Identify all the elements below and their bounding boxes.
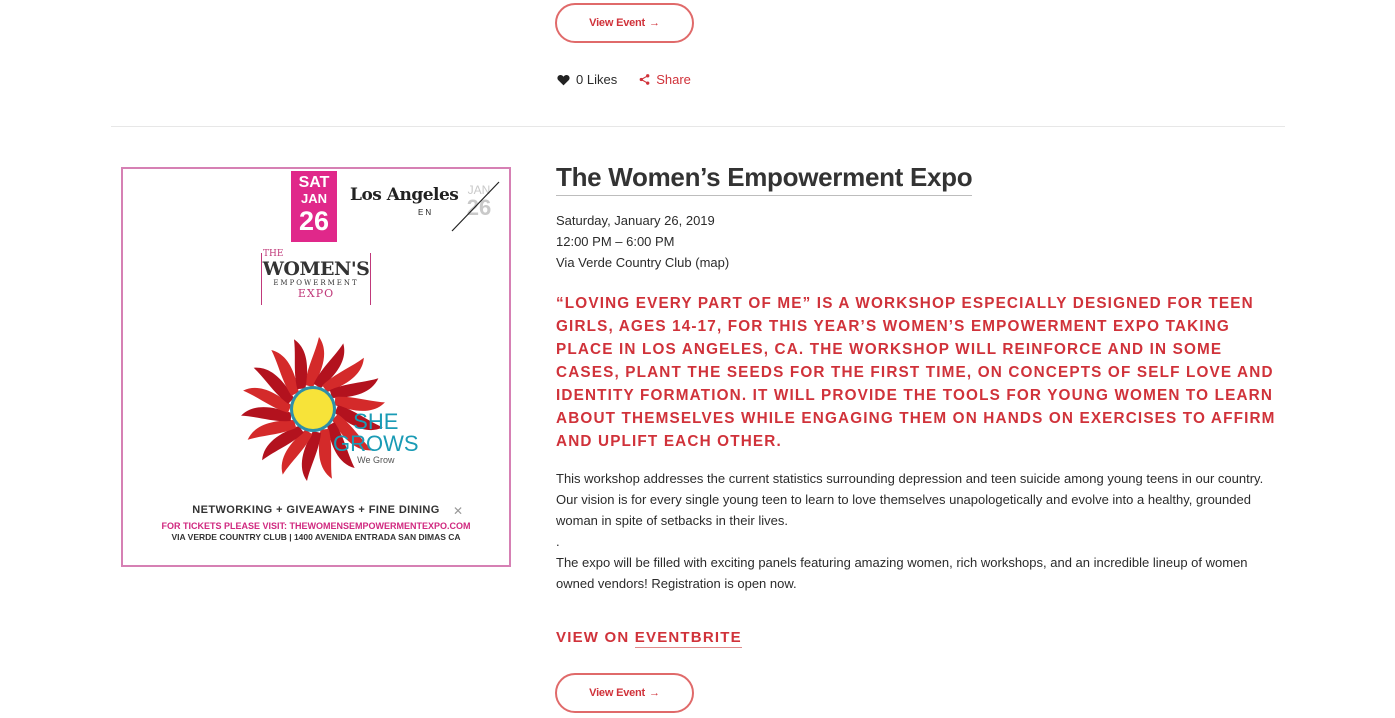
flyer-venue-text: VIA VERDE COUNTRY CLUB | 1400 AVENIDA EN… bbox=[171, 532, 461, 542]
flyer-x-mark: ✕ bbox=[453, 504, 464, 518]
view-event-button[interactable]: View Event → bbox=[555, 673, 694, 713]
heart-icon bbox=[557, 74, 570, 85]
event-location: Via Verde Country Club (map) bbox=[556, 255, 729, 270]
she-grows-logo: SHE GROWS We Grow bbox=[333, 409, 419, 466]
event-headline: “Loving Every Part of Me” is a workshop … bbox=[556, 295, 1276, 450]
logo-womens: WOMEN'S bbox=[262, 258, 370, 280]
map-link[interactable]: (map) bbox=[695, 255, 729, 270]
logo-bar-right bbox=[370, 253, 371, 305]
view-event-label: View Event bbox=[589, 17, 646, 29]
event-description-1: This workshop addresses the current stat… bbox=[556, 471, 1264, 528]
likes-button[interactable]: 0 Likes bbox=[557, 72, 617, 87]
event-meta-row: 0 Likes Share bbox=[557, 72, 691, 87]
expo-logo: THE WOMEN'S EMPOWERMENT EXPO bbox=[259, 249, 373, 305]
view-on-prefix: View on bbox=[556, 629, 635, 646]
view-on-eventbrite: View on Eventbrite bbox=[556, 629, 742, 648]
event-time: 12:00 PM – 6:00 PM bbox=[556, 234, 675, 249]
she-grows-line2: GROWS bbox=[333, 431, 419, 456]
flyer-date-number: 26 bbox=[298, 206, 330, 236]
flyer-la-title: Los Angeles bbox=[350, 185, 459, 205]
event-divider bbox=[111, 126, 1285, 127]
flyer-month: JAN bbox=[300, 191, 327, 206]
eventbrite-link[interactable]: Eventbrite bbox=[634, 629, 742, 648]
flyer-networking-text: NETWORKING + GIVEAWAYS + FINE DINING bbox=[192, 504, 440, 516]
logo-expo: EXPO bbox=[297, 287, 335, 300]
event-title-link[interactable]: The Women’s Empowerment Expo bbox=[556, 162, 973, 196]
logo-bar-left bbox=[261, 253, 262, 305]
share-label: Share bbox=[656, 72, 691, 87]
flyer-day: SAT bbox=[298, 174, 330, 191]
event-description-dot: . bbox=[556, 534, 560, 549]
arrow-right-icon: → bbox=[649, 17, 660, 29]
we-grow-text: We Grow bbox=[357, 455, 395, 465]
share-icon bbox=[639, 74, 650, 85]
event-date: Saturday, January 26, 2019 bbox=[556, 213, 715, 228]
view-event-label: View Event bbox=[589, 687, 646, 699]
arrow-right-icon: → bbox=[649, 687, 660, 699]
flyer-date-badge: SAT JAN 26 bbox=[291, 171, 337, 242]
flyer-la-subtitle: EN bbox=[418, 208, 434, 217]
flyer-tickets-text: FOR TICKETS PLEASE VISIT: THEWOMENSEMPOW… bbox=[161, 521, 471, 531]
view-event-button-previous[interactable]: View Event → bbox=[555, 3, 694, 43]
event-description-2: The expo will be filled with exciting pa… bbox=[556, 555, 1248, 591]
she-grows-line1: SHE bbox=[353, 409, 399, 434]
event-location-name: Via Verde Country Club bbox=[556, 255, 692, 270]
event-flyer-image[interactable]: SAT JAN 26 Los Angeles EN JAN 26 THE WOM… bbox=[121, 167, 511, 567]
flyer-slash-decoration bbox=[451, 181, 500, 232]
share-button[interactable]: Share bbox=[639, 72, 691, 87]
logo-empowerment: EMPOWERMENT bbox=[273, 279, 359, 287]
likes-label: 0 Likes bbox=[576, 72, 618, 87]
